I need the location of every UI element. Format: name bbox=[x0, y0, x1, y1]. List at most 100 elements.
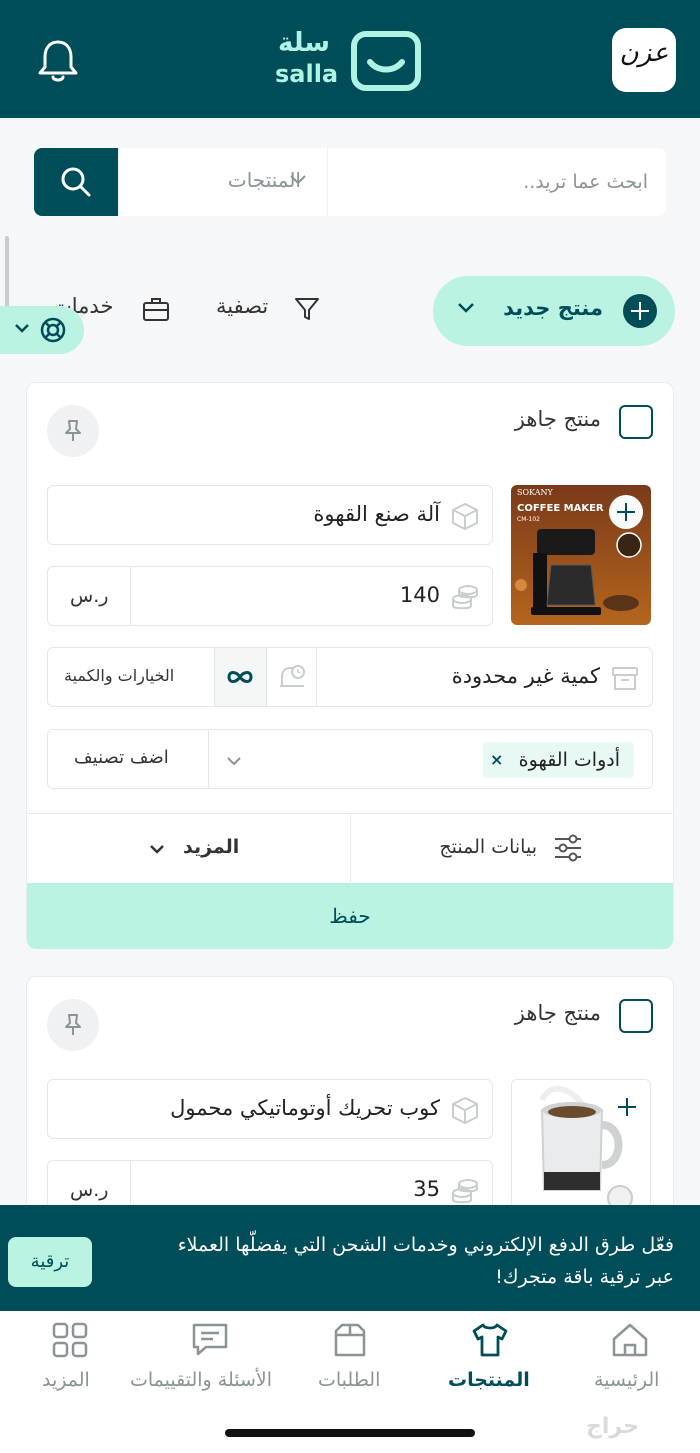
grid-icon bbox=[52, 1322, 88, 1358]
pin-button[interactable] bbox=[47, 999, 99, 1051]
watermark: حراج bbox=[586, 1414, 639, 1439]
filter-icon bbox=[295, 298, 319, 320]
search-button[interactable] bbox=[34, 148, 118, 216]
pin-icon bbox=[65, 420, 81, 441]
product-price: 140 bbox=[399, 583, 440, 607]
filter-label: تصفية bbox=[216, 294, 269, 318]
tshirt-icon bbox=[472, 1323, 508, 1357]
upgrade-banner: فعّل طرق الدفع الإلكتروني وخدمات الشحن ا… bbox=[0, 1205, 700, 1311]
nav-questions-label: الأسئلة والتقييمات bbox=[130, 1369, 272, 1391]
product-data-label: بيانات المنتج bbox=[439, 836, 537, 858]
product-name: كوب تحريك أوتوماتيكي محمول bbox=[170, 1096, 440, 1120]
add-image-icon[interactable] bbox=[610, 1090, 644, 1124]
pin-icon bbox=[65, 1014, 81, 1035]
product-checkbox[interactable] bbox=[619, 405, 653, 439]
image-title: COFFEE MAKER bbox=[517, 503, 604, 514]
nav-questions-reviews[interactable]: الأسئلة والتقييمات bbox=[130, 1311, 290, 1411]
image-model: CM-102 bbox=[517, 516, 540, 523]
nav-home-label: الرئيسية bbox=[594, 1369, 660, 1391]
ready-product-label: منتج جاهز bbox=[514, 407, 601, 431]
unlimited-toggle[interactable] bbox=[215, 648, 266, 706]
coins-icon bbox=[452, 1179, 478, 1204]
product-quantity-field[interactable]: كمية غير محدودة الخيارات والكمية bbox=[47, 647, 653, 707]
avatar-text: عزن bbox=[619, 38, 669, 68]
salla-bag-icon bbox=[351, 31, 421, 91]
support-widget[interactable] bbox=[0, 306, 84, 354]
plus-icon bbox=[623, 294, 657, 328]
search-icon bbox=[61, 167, 91, 197]
lifebuoy-icon bbox=[40, 317, 66, 343]
category-tag-label: أدوات القهوة bbox=[518, 749, 620, 771]
scroll-indicator[interactable] bbox=[5, 236, 9, 316]
product-name: آلة صنع القهوة bbox=[313, 502, 440, 526]
alarm-clock-icon[interactable] bbox=[278, 664, 306, 692]
search-category-select[interactable]: المنتجات bbox=[118, 148, 328, 216]
divider bbox=[266, 648, 267, 706]
product-data-button[interactable]: بيانات المنتج bbox=[350, 814, 673, 884]
product-quantity: كمية غير محدودة bbox=[451, 664, 600, 688]
bell-icon[interactable] bbox=[36, 38, 80, 84]
upgrade-message: فعّل طرق الدفع الإلكتروني وخدمات الشحن ا… bbox=[177, 1234, 674, 1288]
nav-more[interactable]: المزيد bbox=[30, 1311, 110, 1411]
infinity-icon bbox=[227, 671, 253, 683]
chevron-down-icon bbox=[15, 324, 29, 333]
more-label: المزيد bbox=[183, 836, 240, 858]
nav-orders[interactable]: الطلبات bbox=[300, 1311, 400, 1411]
search-bar: المنتجات bbox=[34, 148, 666, 216]
category-tag: أدوات القهوة × bbox=[482, 742, 634, 778]
app-header: سلة salla عزن bbox=[0, 0, 700, 118]
message-icon bbox=[192, 1323, 228, 1356]
add-category-button[interactable]: اضف تصنيف bbox=[74, 747, 169, 768]
sliders-icon bbox=[555, 834, 581, 862]
new-product-label: منتج جديد bbox=[503, 296, 603, 320]
nav-more-label: المزيد bbox=[42, 1369, 90, 1391]
divider bbox=[130, 567, 131, 625]
product-image[interactable]: SOKANY COFFEE MAKER CM-102 bbox=[511, 485, 651, 625]
save-button[interactable]: حفظ bbox=[27, 883, 673, 949]
product-image[interactable] bbox=[511, 1079, 651, 1219]
product-name-field[interactable]: كوب تحريك أوتوماتيكي محمول bbox=[47, 1079, 493, 1139]
chevron-down-icon bbox=[458, 303, 474, 313]
chevron-down-icon[interactable] bbox=[226, 756, 242, 766]
new-product-button[interactable]: منتج جديد bbox=[433, 276, 675, 346]
chevron-down-icon bbox=[290, 175, 306, 185]
home-indicator[interactable] bbox=[225, 1429, 475, 1437]
store-avatar[interactable]: عزن bbox=[612, 28, 676, 92]
archive-icon bbox=[612, 667, 638, 690]
nav-orders-label: الطلبات bbox=[318, 1369, 381, 1391]
image-brand: SOKANY bbox=[517, 488, 553, 497]
pin-button[interactable] bbox=[47, 405, 99, 457]
product-category-field[interactable]: أدوات القهوة × اضف تصنيف bbox=[47, 729, 653, 789]
divider bbox=[208, 730, 209, 788]
divider bbox=[316, 648, 317, 706]
home-icon bbox=[612, 1323, 648, 1357]
chevron-down-icon bbox=[150, 845, 164, 854]
more-button[interactable]: المزيد bbox=[27, 814, 350, 884]
search-input[interactable] bbox=[330, 148, 666, 216]
nav-home[interactable]: الرئيسية bbox=[580, 1311, 680, 1411]
salla-logo: سلة salla bbox=[272, 28, 428, 94]
logo-english: salla bbox=[275, 60, 339, 88]
options-quantity-button[interactable]: الخيارات والكمية bbox=[64, 666, 174, 685]
briefcase-icon bbox=[143, 298, 169, 321]
product-card: منتج جاهز SOKANY COFFEE MAKER CM-102 آلة… bbox=[26, 382, 674, 949]
nav-products[interactable]: المنتجات bbox=[440, 1311, 540, 1411]
box-icon bbox=[452, 1097, 478, 1124]
product-price-field[interactable]: ر.س 140 bbox=[47, 566, 493, 626]
product-name-field[interactable]: آلة صنع القهوة bbox=[47, 485, 493, 545]
card-actions: بيانات المنتج المزيد bbox=[27, 813, 673, 884]
nav-products-label: المنتجات bbox=[448, 1369, 530, 1391]
product-price: 35 bbox=[413, 1177, 440, 1201]
save-label: حفظ bbox=[329, 905, 371, 928]
box-icon bbox=[334, 1323, 366, 1357]
product-checkbox[interactable] bbox=[619, 999, 653, 1033]
upgrade-button[interactable]: ترقية bbox=[8, 1237, 92, 1287]
logo-arabic: سلة bbox=[278, 28, 330, 58]
currency-label: ر.س bbox=[70, 585, 109, 607]
currency-label: ر.س bbox=[70, 1179, 109, 1201]
add-image-icon[interactable] bbox=[609, 495, 643, 529]
remove-tag-icon[interactable]: × bbox=[483, 742, 511, 778]
ready-product-label: منتج جاهز bbox=[514, 1001, 601, 1025]
product-card: منتج جاهز كوب تحريك أوتوماتيكي محمول ر.س… bbox=[26, 976, 674, 1236]
coins-icon bbox=[452, 585, 478, 610]
